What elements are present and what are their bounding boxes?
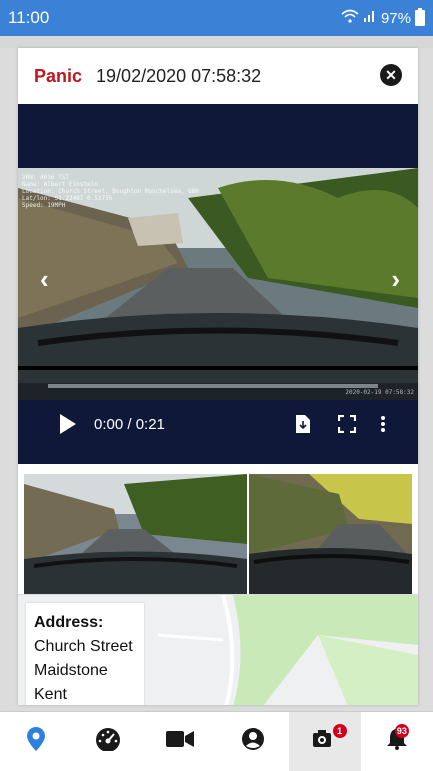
video-control-actions <box>296 414 398 434</box>
nav-location[interactable] <box>0 712 72 771</box>
thumbnail-rear[interactable] <box>249 474 412 594</box>
nav-notifications[interactable]: 93 <box>361 712 433 771</box>
next-arrow-icon[interactable]: › <box>391 264 400 295</box>
battery-percent: 97% <box>380 9 411 27</box>
address-line: Maidstone <box>34 662 108 679</box>
thumbnail-strip <box>18 464 418 594</box>
user-circle-icon <box>241 727 265 756</box>
address-line: Kent <box>34 686 67 703</box>
nav-dashboard[interactable] <box>72 712 144 771</box>
download-icon[interactable] <box>296 415 314 433</box>
previous-arrow-icon[interactable]: ‹ <box>40 264 49 295</box>
video-timestamp: 2020-02-19 07:58:32 <box>345 389 414 396</box>
status-bar: 11:00 97% <box>0 0 433 36</box>
play-icon[interactable] <box>60 414 76 434</box>
nav-events[interactable]: 1 <box>288 712 361 771</box>
video-frame: VRN: AB16 TST Name: Albert Einstein Loca… <box>18 168 418 400</box>
fullscreen-icon[interactable] <box>337 414 357 434</box>
more-options-icon[interactable] <box>380 415 398 433</box>
map[interactable]: Address: Church Street Maidstone Kent <box>18 594 418 705</box>
events-badge: 1 <box>332 724 347 738</box>
address-label: Address: <box>34 614 104 631</box>
event-type: Panic <box>34 65 83 86</box>
status-time: 11:00 <box>8 8 50 27</box>
thumbnail-front[interactable] <box>24 474 247 594</box>
address-panel: Address: Church Street Maidstone Kent <box>26 603 144 705</box>
nav-video[interactable] <box>144 712 216 771</box>
close-icon: ✕ <box>385 67 397 83</box>
header-band <box>0 36 433 48</box>
video-time: 0:00 / 0:21 <box>94 415 165 433</box>
video-player[interactable]: VRN: AB16 TST Name: Albert Einstein Loca… <box>18 104 418 464</box>
video-overlay-info: VRN: AB16 TST Name: Albert Einstein Loca… <box>22 174 200 209</box>
signal-icon <box>363 9 377 27</box>
status-icons: 97% <box>341 8 425 27</box>
speedometer-icon <box>94 727 122 756</box>
event-datetime: 19/02/2020 07:58:32 <box>96 65 262 86</box>
location-pin-icon <box>27 727 46 756</box>
event-card: Panic 19/02/2020 07:58:32 ✕ VRN: AB16 TS… <box>18 48 418 705</box>
notifications-badge: 93 <box>394 724 409 738</box>
wifi-icon <box>341 9 359 27</box>
video-camera-icon <box>166 730 195 753</box>
bottom-navigation: 1 93 <box>0 711 433 771</box>
event-header: Panic 19/02/2020 07:58:32 ✕ <box>18 48 418 104</box>
nav-profile[interactable] <box>217 712 289 771</box>
close-button[interactable]: ✕ <box>380 64 402 86</box>
address-line: Church Street <box>34 638 133 655</box>
video-controls: 0:00 / 0:21 <box>18 402 418 446</box>
battery-icon <box>415 8 425 26</box>
